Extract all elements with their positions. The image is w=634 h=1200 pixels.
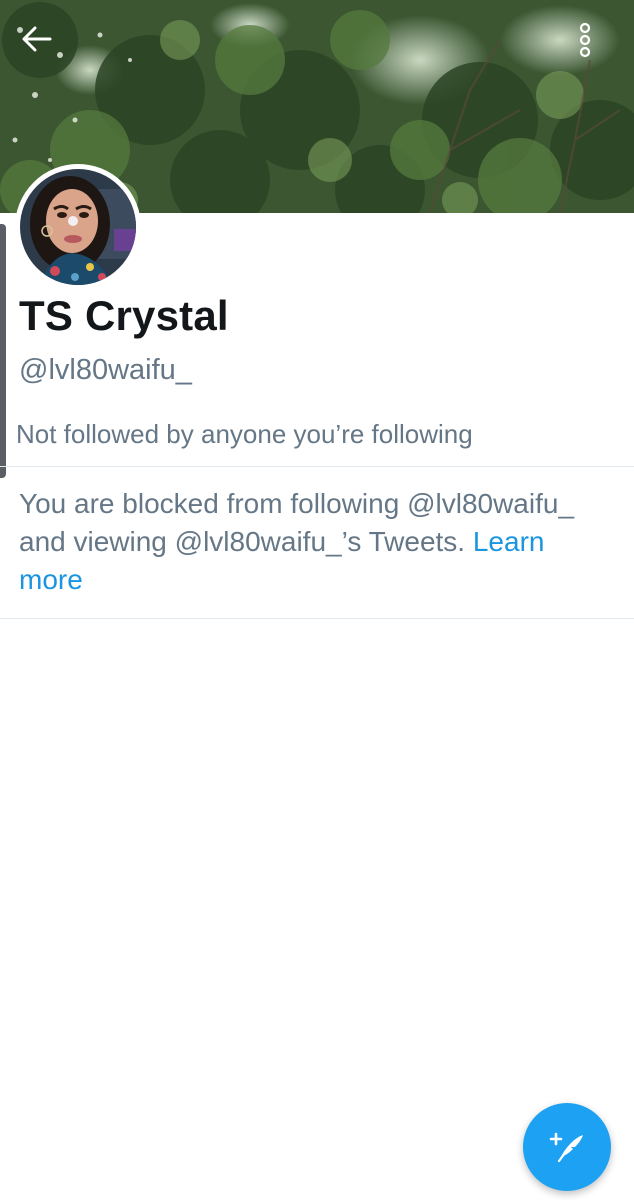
divider (0, 466, 634, 467)
avatar-photo (20, 169, 136, 285)
username-handle: @lvl80waifu_ (19, 354, 192, 386)
display-name: TS Crystal (19, 292, 229, 339)
profile-avatar[interactable] (15, 164, 141, 290)
edge-scroll-handle[interactable] (0, 224, 6, 478)
followed-by-text: Not followed by anyone you’re following (16, 419, 473, 449)
divider (0, 618, 634, 619)
compose-tweet-button[interactable] (523, 1103, 611, 1191)
arrow-left-icon (22, 26, 52, 52)
more-vertical-icon (579, 22, 591, 58)
profile-screen: TS Crystal @lvl80waifu_ Not followed by … (0, 0, 634, 1200)
more-options-button[interactable] (578, 22, 612, 66)
compose-tweet-icon (549, 1132, 583, 1163)
blocked-notice: You are blocked from following @lvl80wai… (19, 485, 615, 599)
back-button[interactable] (22, 26, 64, 64)
